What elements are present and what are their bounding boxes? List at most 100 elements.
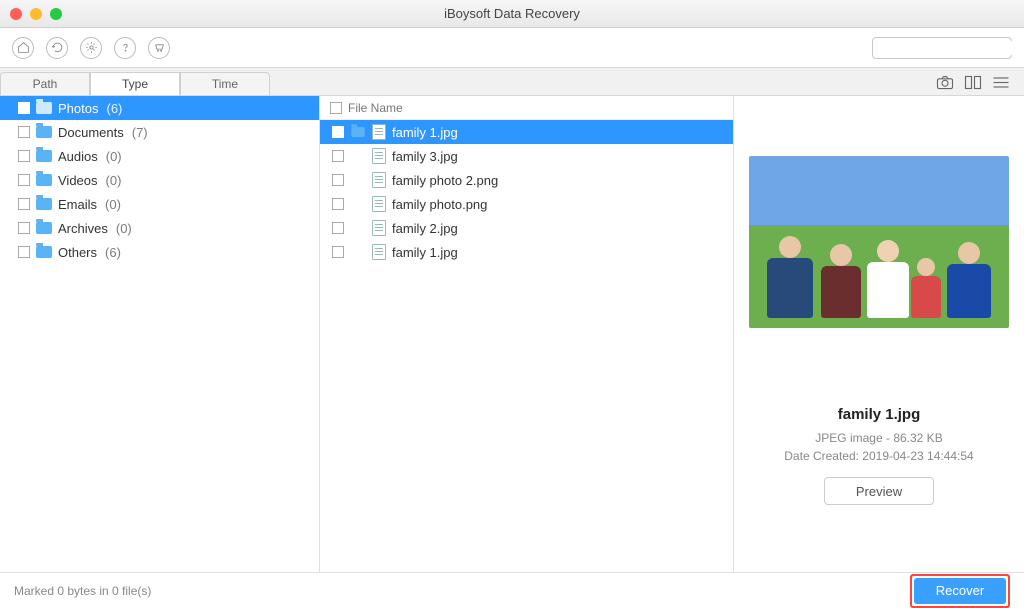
close-window[interactable] [10, 8, 22, 20]
category-audios[interactable]: Audios (0) [0, 144, 319, 168]
file-row[interactable]: family photo.png [320, 192, 733, 216]
category-others[interactable]: Others (6) [0, 240, 319, 264]
category-count: (6) [105, 245, 121, 260]
list-view-icon[interactable] [992, 75, 1010, 89]
folder-icon [36, 222, 52, 234]
tab-type[interactable]: Type [90, 72, 180, 95]
category-label: Others [58, 245, 97, 260]
file-icon [372, 244, 386, 260]
category-label: Documents [58, 125, 124, 140]
zoom-window[interactable] [50, 8, 62, 20]
main-area: Photos (6) Documents (7) Audios (0) Vide… [0, 96, 1024, 572]
file-icon [372, 124, 386, 140]
cart-icon[interactable] [148, 37, 170, 59]
checkbox[interactable] [332, 126, 344, 138]
checkbox[interactable] [18, 246, 30, 258]
toolbar-group [12, 37, 170, 59]
file-row[interactable]: family 1.jpg [320, 240, 733, 264]
tab-time[interactable]: Time [180, 72, 270, 95]
recover-button[interactable]: Recover [914, 578, 1006, 604]
file-name: family 1.jpg [392, 125, 458, 140]
file-icon [372, 220, 386, 236]
traffic-lights [10, 8, 62, 20]
category-label: Audios [58, 149, 98, 164]
folder-icon [36, 102, 52, 114]
category-count: (6) [106, 101, 122, 116]
select-all-checkbox[interactable] [330, 102, 342, 114]
file-name: family 2.jpg [392, 221, 458, 236]
category-label: Videos [58, 173, 98, 188]
search-field[interactable] [883, 41, 1024, 55]
checkbox[interactable] [18, 198, 30, 210]
preview-filename: family 1.jpg [838, 406, 921, 423]
file-name: family photo 2.png [392, 173, 498, 188]
folder-icon [36, 126, 52, 138]
file-list-header: File Name [320, 96, 733, 120]
search-input[interactable]: ✕ [872, 37, 1012, 59]
tab-path[interactable]: Path [0, 72, 90, 95]
help-icon[interactable] [114, 37, 136, 59]
folder-icon [36, 150, 52, 162]
category-label: Archives [58, 221, 108, 236]
window-title: iBoysoft Data Recovery [0, 6, 1024, 21]
checkbox[interactable] [18, 150, 30, 162]
minimize-window[interactable] [30, 8, 42, 20]
folder-icon [36, 246, 52, 258]
category-count: (0) [116, 221, 132, 236]
view-tabs: Path Type Time [0, 68, 270, 95]
checkbox[interactable] [18, 102, 30, 114]
file-row[interactable]: family 3.jpg [320, 144, 733, 168]
tab-row: Path Type Time [0, 68, 1024, 96]
category-emails[interactable]: Emails (0) [0, 192, 319, 216]
category-count: (0) [106, 149, 122, 164]
preview-date: Date Created: 2019-04-23 14:44:54 [784, 449, 973, 463]
checkbox[interactable] [332, 174, 344, 186]
category-archives[interactable]: Archives (0) [0, 216, 319, 240]
checkbox[interactable] [18, 174, 30, 186]
file-list: File Name family 1.jpg family 3.jpg fami… [320, 96, 734, 572]
checkbox[interactable] [18, 126, 30, 138]
titlebar: iBoysoft Data Recovery [0, 0, 1024, 28]
checkbox[interactable] [332, 222, 344, 234]
preview-thumbnail [749, 156, 1009, 328]
settings-icon[interactable] [80, 37, 102, 59]
view-mode-icons [936, 68, 1024, 95]
checkbox[interactable] [332, 150, 344, 162]
home-icon[interactable] [12, 37, 34, 59]
category-count: (0) [105, 197, 121, 212]
camera-icon[interactable] [936, 75, 954, 89]
status-text: Marked 0 bytes in 0 file(s) [14, 584, 151, 598]
checkbox[interactable] [332, 198, 344, 210]
recover-highlight: Recover [910, 574, 1010, 608]
footer: Marked 0 bytes in 0 file(s) Recover [0, 572, 1024, 608]
folder-icon [351, 127, 365, 137]
checkbox[interactable] [18, 222, 30, 234]
file-row[interactable]: family photo 2.png [320, 168, 733, 192]
grid-view-icon[interactable] [964, 75, 982, 89]
category-sidebar: Photos (6) Documents (7) Audios (0) Vide… [0, 96, 320, 572]
category-documents[interactable]: Documents (7) [0, 120, 319, 144]
file-name: family photo.png [392, 197, 487, 212]
category-count: (0) [106, 173, 122, 188]
file-row[interactable]: family 1.jpg [320, 120, 733, 144]
file-name: family 3.jpg [392, 149, 458, 164]
category-label: Emails [58, 197, 97, 212]
file-row[interactable]: family 2.jpg [320, 216, 733, 240]
preview-meta: JPEG image - 86.32 KB [815, 431, 942, 445]
file-name: family 1.jpg [392, 245, 458, 260]
file-name-column: File Name [348, 101, 403, 115]
category-label: Photos [58, 101, 98, 116]
preview-button[interactable]: Preview [824, 477, 934, 505]
file-icon [372, 172, 386, 188]
file-icon [372, 148, 386, 164]
folder-icon [36, 174, 52, 186]
folder-icon [36, 198, 52, 210]
refresh-icon[interactable] [46, 37, 68, 59]
category-photos[interactable]: Photos (6) [0, 96, 319, 120]
toolbar: ✕ [0, 28, 1024, 68]
file-icon [372, 196, 386, 212]
checkbox[interactable] [332, 246, 344, 258]
preview-panel: family 1.jpg JPEG image - 86.32 KB Date … [734, 96, 1024, 572]
category-count: (7) [132, 125, 148, 140]
category-videos[interactable]: Videos (0) [0, 168, 319, 192]
